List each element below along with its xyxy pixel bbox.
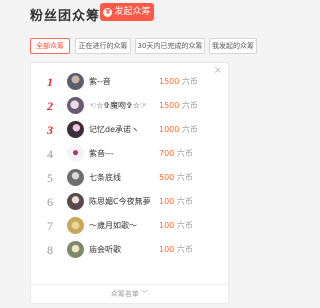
list-item[interactable]: 1 紫--音 1500 六币 (31, 71, 228, 93)
amount: 100 六币 (159, 245, 193, 254)
list-item[interactable]: 3 记忆de承诺ヽ 1000 六币 (31, 119, 228, 141)
user-name: ～歲月如歌～ (89, 221, 137, 230)
avatar (67, 145, 84, 162)
list-item[interactable]: 2 ☜☆✞魔吻✞☆☞ 1500 六币 (31, 95, 228, 117)
header: 粉丝团众筹 ¥ 发起众筹 (0, 0, 270, 30)
rank-number: 6 (47, 195, 53, 209)
list-item[interactable]: 7 ～歲月如歌～ 100 六币 (31, 215, 228, 237)
amount: 1000 六币 (159, 125, 198, 134)
list-item[interactable]: 6 陈思媚C今夜無夢 100 六币 (31, 191, 228, 213)
rank-number: 1 (47, 75, 53, 89)
yuan-icon: ¥ (103, 7, 113, 17)
rank-number: 3 (47, 123, 53, 137)
amount: 500 六币 (159, 173, 193, 182)
amount: 100 六币 (159, 221, 193, 230)
avatar (67, 73, 84, 90)
amount: 700 六币 (159, 149, 193, 158)
user-name: ☜☆✞魔吻✞☆☞ (89, 101, 148, 110)
avatar (67, 217, 84, 234)
amount: 100 六币 (159, 197, 193, 206)
user-name: 记忆de承诺ヽ (89, 125, 139, 134)
tab-ongoing[interactable]: 正在进行的众筹 (75, 38, 131, 54)
rank-number: 5 (47, 171, 53, 185)
user-name: 七条底线 (89, 173, 121, 182)
avatar (67, 193, 84, 210)
tab-my-crowdfunding[interactable]: 我发起的众筹 (209, 38, 257, 54)
rank-number: 4 (47, 147, 53, 161)
crowdfunding-list-toggle[interactable]: 众筹名单 ﹀ (31, 284, 228, 303)
user-name: 陈思媚C今夜無夢 (89, 197, 151, 206)
tab-all[interactable]: 全部众筹 (30, 38, 70, 54)
amount: 1500 六币 (159, 101, 198, 110)
tab-completed-30-days[interactable]: 30天内已完成的众筹 (135, 38, 205, 54)
list-item[interactable]: 8 庙会听歌 100 六币 (31, 239, 228, 261)
avatar (67, 121, 84, 138)
start-crowdfunding-label: 发起众筹 (114, 7, 151, 17)
user-name: 紫音--- (89, 149, 114, 158)
avatar (67, 97, 84, 114)
list-item[interactable]: 5 七条底线 500 六币 (31, 167, 228, 189)
user-name: 庙会听歌 (89, 245, 121, 254)
crowdfunding-list-panel: × 1 紫--音 1500 六币 2 ☜☆✞魔吻✞☆☞ 1500 六币 3 记忆… (30, 62, 229, 304)
list-item[interactable]: 4 紫音--- 700 六币 (31, 143, 228, 165)
rank-number: 8 (47, 243, 53, 257)
amount: 1500 六币 (159, 77, 198, 86)
rank-number: 7 (47, 219, 53, 233)
user-name: 紫--音 (89, 77, 111, 86)
rank-number: 2 (47, 99, 53, 113)
avatar (67, 241, 84, 258)
start-crowdfunding-button[interactable]: ¥ 发起众筹 (100, 3, 154, 21)
page-title: 粉丝团众筹 (30, 9, 101, 24)
avatar (67, 169, 84, 186)
